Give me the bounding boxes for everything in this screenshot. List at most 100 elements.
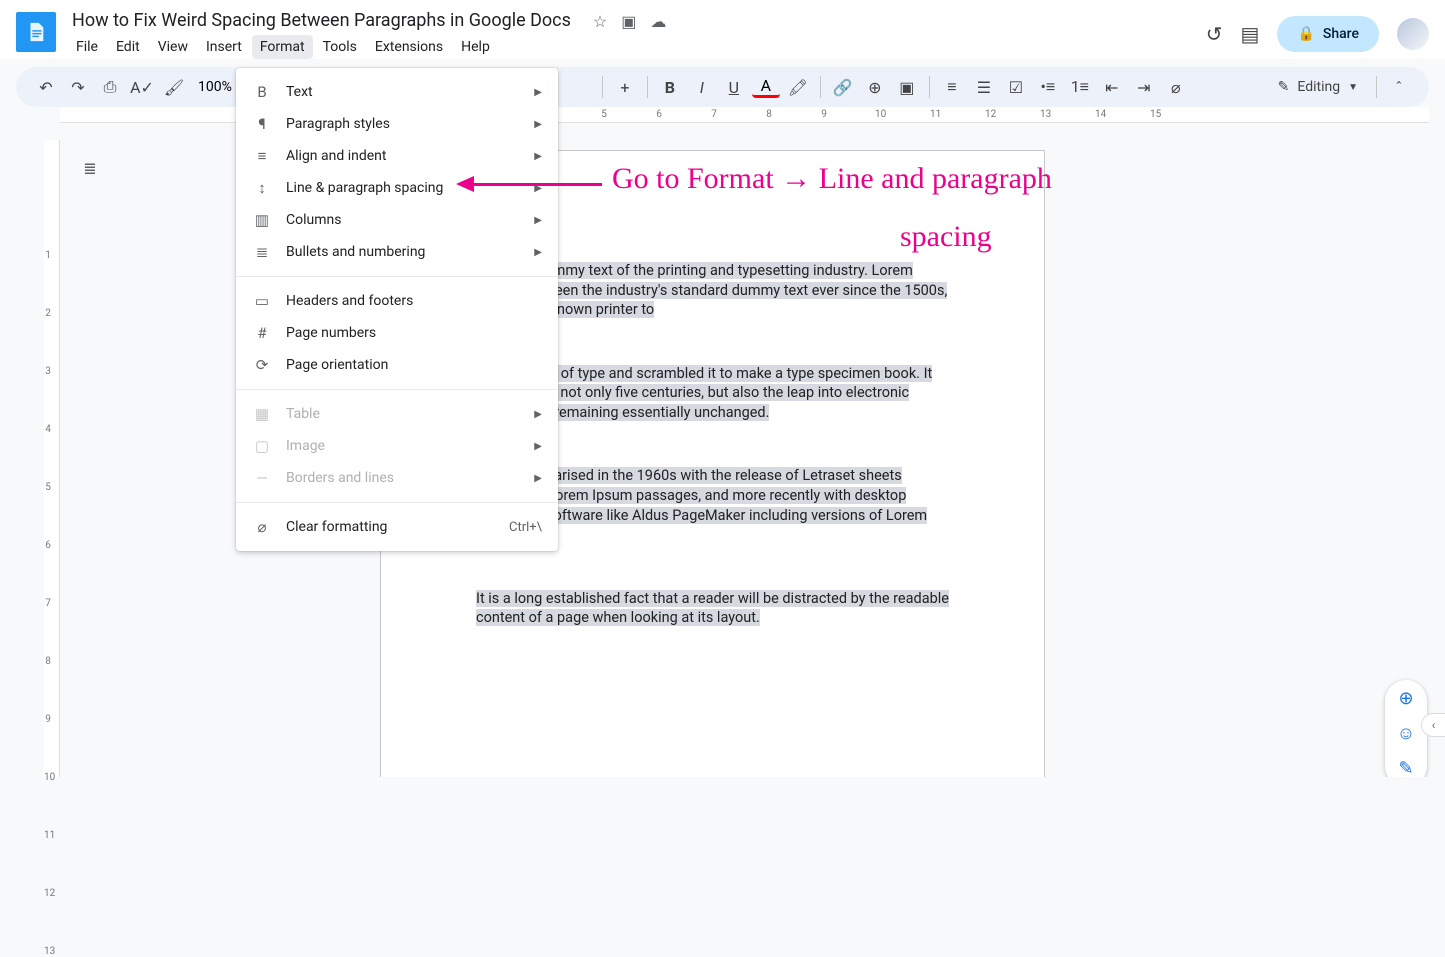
chevron-right-icon: ▶ [534, 441, 542, 452]
format-menu-bullets-and-numbering[interactable]: ≣Bullets and numbering▶ [236, 236, 558, 268]
format-menu-columns[interactable]: ▥Columns▶ [236, 204, 558, 236]
menu-view[interactable]: View [150, 35, 196, 59]
docs-logo[interactable] [16, 12, 56, 52]
ruler-tick: 1 [44, 250, 52, 261]
format-menu-page-numbers[interactable]: #Page numbers [236, 317, 558, 349]
format-menu-paragraph-styles[interactable]: ¶Paragraph styles▶ [236, 108, 558, 140]
ruler-tick: 3 [44, 366, 52, 377]
format-menu: B Text ▶ ¶ Paragraph styles ▶ ≡Align and inden… [236, 68, 558, 551]
undo-button[interactable]: ↶ [32, 73, 60, 101]
indent-increase-button[interactable]: ⇥ [1130, 73, 1158, 101]
menu-insert[interactable]: Insert [198, 35, 250, 59]
menu-item-icon: — [252, 469, 272, 487]
italic-button[interactable]: I [688, 73, 716, 101]
menu-help[interactable]: Help [453, 35, 498, 59]
menu-item-icon: ¶ [252, 115, 272, 133]
text-color-button[interactable]: A [752, 76, 780, 98]
history-icon[interactable]: ↺ [1206, 22, 1223, 46]
outline-toggle[interactable]: ≣ [70, 148, 110, 188]
highlight-button[interactable]: 🖍 [784, 73, 812, 101]
menu-item-label: Headers and footers [286, 293, 413, 309]
menu-edit[interactable]: Edit [108, 35, 148, 59]
zoom-select[interactable]: 100% [192, 79, 238, 95]
spellcheck-button[interactable]: A✓ [128, 73, 156, 101]
ruler-tick: 14 [1095, 109, 1103, 120]
document-title[interactable]: How to Fix Weird Spacing Between Paragra… [68, 8, 575, 33]
menu-item-icon: B [252, 83, 272, 101]
format-menu-borders-and-lines: —Borders and lines▶ [236, 462, 558, 494]
comments-icon[interactable]: ▤ [1241, 22, 1260, 46]
ruler-vertical[interactable]: 12345678910111213 [44, 140, 60, 777]
mode-select[interactable]: ✎ Editing ▼ [1268, 75, 1368, 99]
align-button[interactable]: ≡ [938, 73, 966, 101]
numbered-list-button[interactable]: 1≡ [1066, 73, 1094, 101]
menu-item-label: Line & paragraph spacing [286, 180, 443, 196]
indent-decrease-button[interactable]: ⇤ [1098, 73, 1126, 101]
clear-format-button[interactable]: ⌀ [1162, 73, 1190, 101]
ruler-tick: 7 [44, 598, 52, 609]
cloud-icon[interactable]: ☁ [650, 12, 666, 31]
ruler-tick: 9 [820, 109, 828, 120]
avatar[interactable] [1397, 18, 1429, 50]
menu-item-label: Paragraph styles [286, 116, 390, 132]
print-button[interactable]: ⎙ [96, 73, 124, 101]
menu-separator [236, 276, 558, 277]
ruler-tick: 4 [44, 424, 52, 435]
menu-item-label: Image [286, 438, 325, 454]
format-menu-align-and-indent[interactable]: ≡Align and indent▶ [236, 140, 558, 172]
move-icon[interactable]: ▣ [621, 12, 636, 31]
menu-item-label: Clear formatting [286, 519, 387, 535]
menu-item-label: Columns [286, 212, 341, 228]
ruler-tick: 9 [44, 714, 52, 725]
collapse-button[interactable]: ˆ [1385, 73, 1413, 101]
menu-item-label: Text [286, 84, 313, 100]
format-menu-clear-formatting[interactable]: ⌀Clear formattingCtrl+\ [236, 511, 558, 543]
menu-item-icon: ▭ [252, 292, 272, 310]
lock-icon: 🔒 [1297, 26, 1314, 42]
paint-format-button[interactable]: 🖌 [160, 73, 188, 101]
plus-button[interactable]: + [611, 73, 639, 101]
format-menu-line-paragraph-spacing[interactable]: ↕Line & paragraph spacing▶ [236, 172, 558, 204]
menu-extensions[interactable]: Extensions [367, 35, 451, 59]
separator [820, 76, 821, 98]
annotation-arrow-head [456, 176, 474, 192]
add-comment-fab[interactable]: ⊕ [1398, 688, 1413, 709]
menu-item-icon: ▢ [252, 437, 272, 455]
format-menu-text[interactable]: BText▶ [236, 76, 558, 108]
ruler-tick: 8 [44, 656, 52, 667]
paragraph[interactable]: It is a long established fact that a rea… [476, 589, 949, 628]
ruler-tick: 12 [985, 109, 993, 120]
menu-item-label: Page numbers [286, 325, 376, 341]
pencil-icon: ✎ [1278, 79, 1290, 95]
title-area: How to Fix Weird Spacing Between Paragra… [68, 8, 1206, 59]
menu-item-icon: ▦ [252, 405, 272, 423]
format-menu-table: ▦Table▶ [236, 398, 558, 430]
format-menu-page-orientation[interactable]: ⟳Page orientation [236, 349, 558, 381]
menu-separator [236, 389, 558, 390]
suggest-fab[interactable]: ✎ [1398, 758, 1413, 777]
checklist-button[interactable]: ☑ [1002, 73, 1030, 101]
mode-label: Editing [1297, 79, 1340, 95]
redo-button[interactable]: ↷ [64, 73, 92, 101]
ruler-tick: 15 [1150, 109, 1158, 120]
menu-file[interactable]: File [68, 35, 106, 59]
line-spacing-button[interactable]: ☰ [970, 73, 998, 101]
ruler-tick: 13 [1040, 109, 1048, 120]
side-panel-toggle[interactable]: ‹ [1421, 713, 1445, 737]
chevron-right-icon: ▶ [534, 473, 542, 484]
underline-button[interactable]: U [720, 73, 748, 101]
annotation-arrow-line [474, 183, 602, 186]
image-button[interactable]: ▣ [893, 73, 921, 101]
format-menu-headers-and-footers[interactable]: ▭ Headers and footers [236, 285, 558, 317]
chevron-right-icon: ▶ [534, 409, 542, 420]
bulleted-list-button[interactable]: •≡ [1034, 73, 1062, 101]
share-button[interactable]: 🔒 Share [1277, 16, 1379, 52]
emoji-fab[interactable]: ☺ [1397, 723, 1415, 744]
comment-button[interactable]: ⊕ [861, 73, 889, 101]
menu-format[interactable]: Format [252, 35, 313, 59]
bold-button[interactable]: B [656, 73, 684, 101]
ruler-tick: 7 [710, 109, 718, 120]
star-icon[interactable]: ☆ [593, 12, 607, 31]
link-button[interactable]: 🔗 [829, 73, 857, 101]
menu-tools[interactable]: Tools [315, 35, 365, 59]
